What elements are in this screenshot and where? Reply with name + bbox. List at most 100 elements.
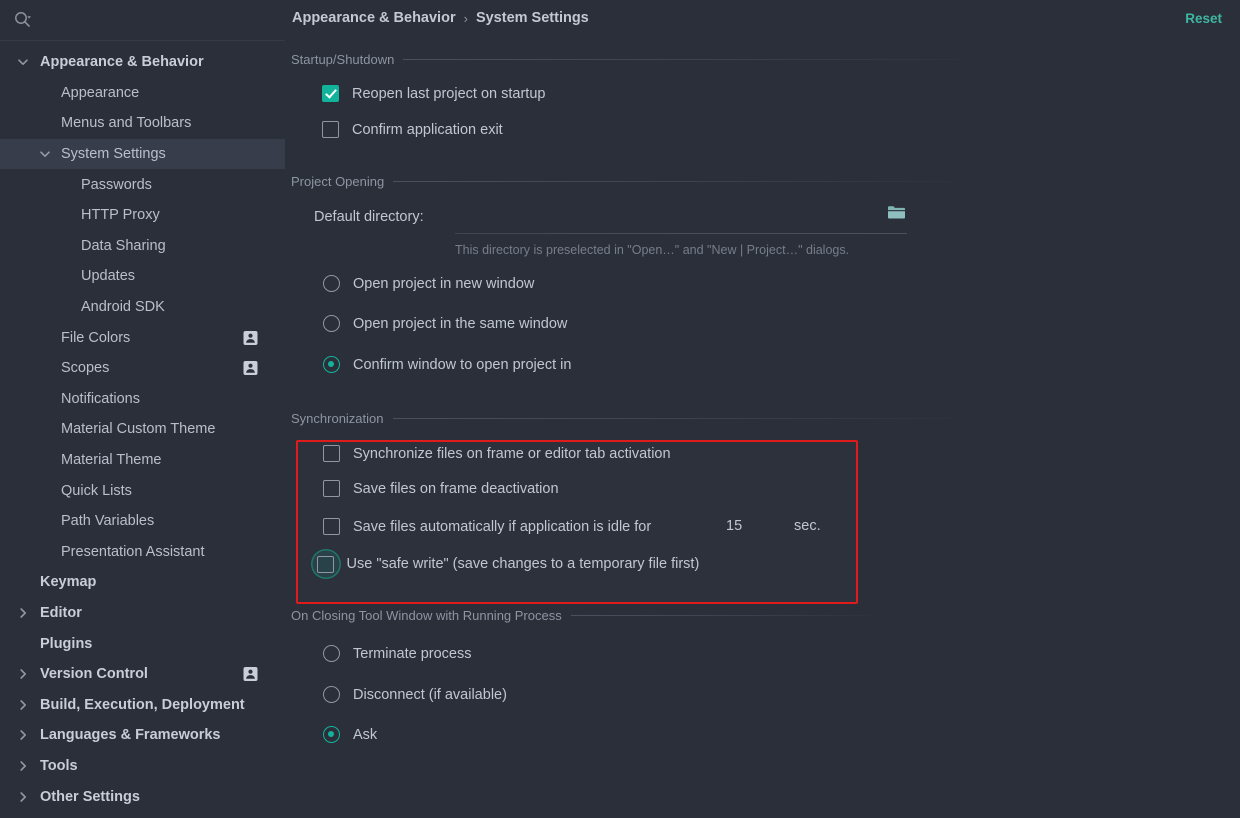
radio-row-ask[interactable]: Ask — [323, 726, 377, 743]
sidebar-item-label: Passwords — [81, 176, 152, 193]
checkbox-hover-highlight[interactable] — [310, 549, 341, 579]
sidebar-item-label: Appearance & Behavior — [40, 54, 204, 71]
sidebar-item-notifications[interactable]: Notifications — [0, 384, 285, 415]
sidebar-item-other-settings[interactable]: Other Settings — [0, 781, 285, 812]
search-input[interactable] — [34, 7, 285, 33]
checkbox-use-safe-write[interactable] — [317, 555, 334, 573]
sidebar-item-appearance-behavior[interactable]: Appearance & Behavior — [0, 47, 285, 78]
reset-link[interactable]: Reset — [1185, 11, 1222, 26]
sidebar-item-label: Presentation Assistant — [61, 543, 205, 560]
sidebar-item-menus-and-toolbars[interactable]: Menus and Toolbars — [0, 108, 285, 139]
breadcrumb-current: System Settings — [475, 10, 589, 26]
radio-row-disconnect[interactable]: Disconnect (if available) — [323, 686, 507, 703]
sidebar-item-data-sharing[interactable]: Data Sharing — [0, 231, 285, 262]
radio-disconnect-if-available[interactable] — [323, 686, 340, 703]
checkbox-save-files-automatically-if-idle[interactable] — [323, 518, 340, 535]
checkbox-row-confirm-exit[interactable]: Confirm application exit — [322, 121, 503, 138]
sidebar-item-label: Version Control — [40, 666, 148, 683]
sidebar-item-scopes[interactable]: Scopes — [0, 353, 285, 384]
settings-content: Appearance & Behavior › System Settings … — [285, 0, 1240, 818]
checkbox-row-save-on-deactivation[interactable]: Save files on frame deactivation — [323, 480, 559, 497]
checkbox-label-save-files-on-frame-deactivation: Save files on frame deactivation — [353, 480, 559, 497]
sidebar-item-editor[interactable]: Editor — [0, 598, 285, 629]
radio-ask[interactable] — [323, 726, 340, 743]
sidebar-item-file-colors[interactable]: File Colors — [0, 322, 285, 353]
settings-window: Appearance & Behavior Appearance Menus and… — [0, 0, 1240, 818]
radio-row-confirm-window[interactable]: Confirm window to open project in — [323, 356, 571, 373]
checkbox-row-save-if-idle[interactable]: Save files automatically if application … — [323, 518, 651, 535]
checkbox-synchronize-files-on-activation[interactable] — [323, 445, 340, 462]
sidebar-item-label: Updates — [81, 268, 136, 285]
sidebar-search-row[interactable] — [0, 0, 285, 41]
sidebar-item-version-control[interactable]: Version Control — [0, 659, 285, 690]
section-header-startup: Startup/Shutdown — [291, 52, 964, 67]
sidebar-item-languages-frameworks[interactable]: Languages & Frameworks — [0, 720, 285, 751]
settings-sidebar: Appearance & Behavior Appearance Menus and… — [0, 0, 285, 818]
chevron-right-icon[interactable] — [16, 728, 30, 742]
checkbox-label-use-safe-write: Use "safe write" (save changes to a temp… — [346, 556, 700, 572]
chevron-right-icon[interactable] — [16, 790, 30, 804]
sidebar-item-presentation-assistant[interactable]: Presentation Assistant — [0, 537, 285, 568]
idle-seconds-input[interactable]: 15 — [726, 518, 742, 534]
radio-row-open-same-window[interactable]: Open project in the same window — [323, 315, 567, 332]
sidebar-item-updates[interactable]: Updates — [0, 261, 285, 292]
chevron-down-icon[interactable] — [16, 55, 30, 69]
radio-terminate-process[interactable] — [323, 645, 340, 662]
radio-label-open-project-in-the-same-window: Open project in the same window — [353, 315, 568, 332]
checkbox-confirm-application-exit[interactable] — [322, 121, 339, 138]
folder-icon[interactable] — [887, 204, 906, 220]
sidebar-item-label: Menus and Toolbars — [61, 115, 192, 132]
checkbox-row-sync-on-activation[interactable]: Synchronize files on frame or editor tab… — [323, 445, 671, 462]
checkbox-reopen-last-project[interactable] — [322, 85, 339, 102]
search-icon[interactable] — [12, 9, 34, 31]
section-rule — [403, 59, 964, 60]
chevron-right-icon[interactable] — [16, 759, 30, 773]
sidebar-item-appearance[interactable]: Appearance — [0, 78, 285, 109]
radio-confirm-window-to-open-project-in[interactable] — [323, 356, 340, 373]
sidebar-item-label: Appearance — [61, 84, 140, 101]
sidebar-item-keymap[interactable]: Keymap — [0, 567, 285, 598]
checkbox-row-reopen-last-project[interactable]: Reopen last project on startup — [322, 85, 545, 102]
radio-open-project-in-new-window[interactable] — [323, 275, 340, 292]
sidebar-item-label: Material Theme — [61, 452, 162, 469]
radio-row-terminate-process[interactable]: Terminate process — [323, 645, 471, 662]
default-directory-input[interactable] — [455, 233, 907, 234]
breadcrumb-root[interactable]: Appearance & Behavior — [292, 10, 456, 26]
sidebar-item-label: Scopes — [61, 360, 110, 377]
sidebar-item-path-variables[interactable]: Path Variables — [0, 506, 285, 537]
sidebar-item-passwords[interactable]: Passwords — [0, 169, 285, 200]
sidebar-item-plugins[interactable]: Plugins — [0, 628, 285, 659]
checkbox-label-reopen-last-project: Reopen last project on startup — [352, 85, 546, 102]
idle-seconds-unit-label: sec. — [794, 518, 821, 534]
person-icon — [243, 330, 258, 345]
sidebar-item-label: Languages & Frameworks — [40, 727, 221, 744]
radio-open-project-in-the-same-window[interactable] — [323, 315, 340, 332]
sidebar-item-tools[interactable]: Tools — [0, 751, 285, 782]
settings-tree: Appearance & Behavior Appearance Menus and… — [0, 41, 285, 812]
checkbox-save-files-on-frame-deactivation[interactable] — [323, 480, 340, 497]
breadcrumb: Appearance & Behavior › System Settings — [292, 10, 589, 26]
sidebar-item-material-custom-theme[interactable]: Material Custom Theme — [0, 414, 285, 445]
sidebar-item-build-execution-deployment[interactable]: Build, Execution, Deployment — [0, 689, 285, 720]
radio-row-open-new-window[interactable]: Open project in new window — [323, 275, 534, 292]
person-icon — [243, 361, 258, 376]
sidebar-item-http-proxy[interactable]: HTTP Proxy — [0, 200, 285, 231]
sidebar-item-system-settings[interactable]: System Settings — [0, 138, 285, 170]
sidebar-item-label: Material Custom Theme — [61, 421, 216, 438]
sidebar-item-android-sdk[interactable]: Android SDK — [0, 292, 285, 323]
chevron-right-icon[interactable] — [16, 698, 30, 712]
sidebar-item-label: File Colors — [61, 329, 131, 346]
sidebar-item-quick-lists[interactable]: Quick Lists — [0, 475, 285, 506]
section-header-synchronization: Synchronization — [291, 411, 953, 426]
checkbox-row-safe-write[interactable]: Use "safe write" (save changes to a temp… — [310, 549, 700, 579]
chevron-down-icon[interactable] — [38, 147, 52, 161]
sidebar-item-label: Keymap — [40, 574, 97, 591]
chevron-right-icon[interactable] — [16, 667, 30, 681]
sidebar-item-material-theme[interactable]: Material Theme — [0, 445, 285, 476]
radio-label-terminate-process: Terminate process — [353, 645, 472, 662]
breadcrumb-separator-icon: › — [463, 10, 468, 26]
sidebar-item-label: Android SDK — [81, 299, 165, 316]
sidebar-item-label: HTTP Proxy — [81, 207, 160, 224]
sidebar-item-label: Quick Lists — [61, 482, 132, 499]
chevron-right-icon[interactable] — [16, 606, 30, 620]
